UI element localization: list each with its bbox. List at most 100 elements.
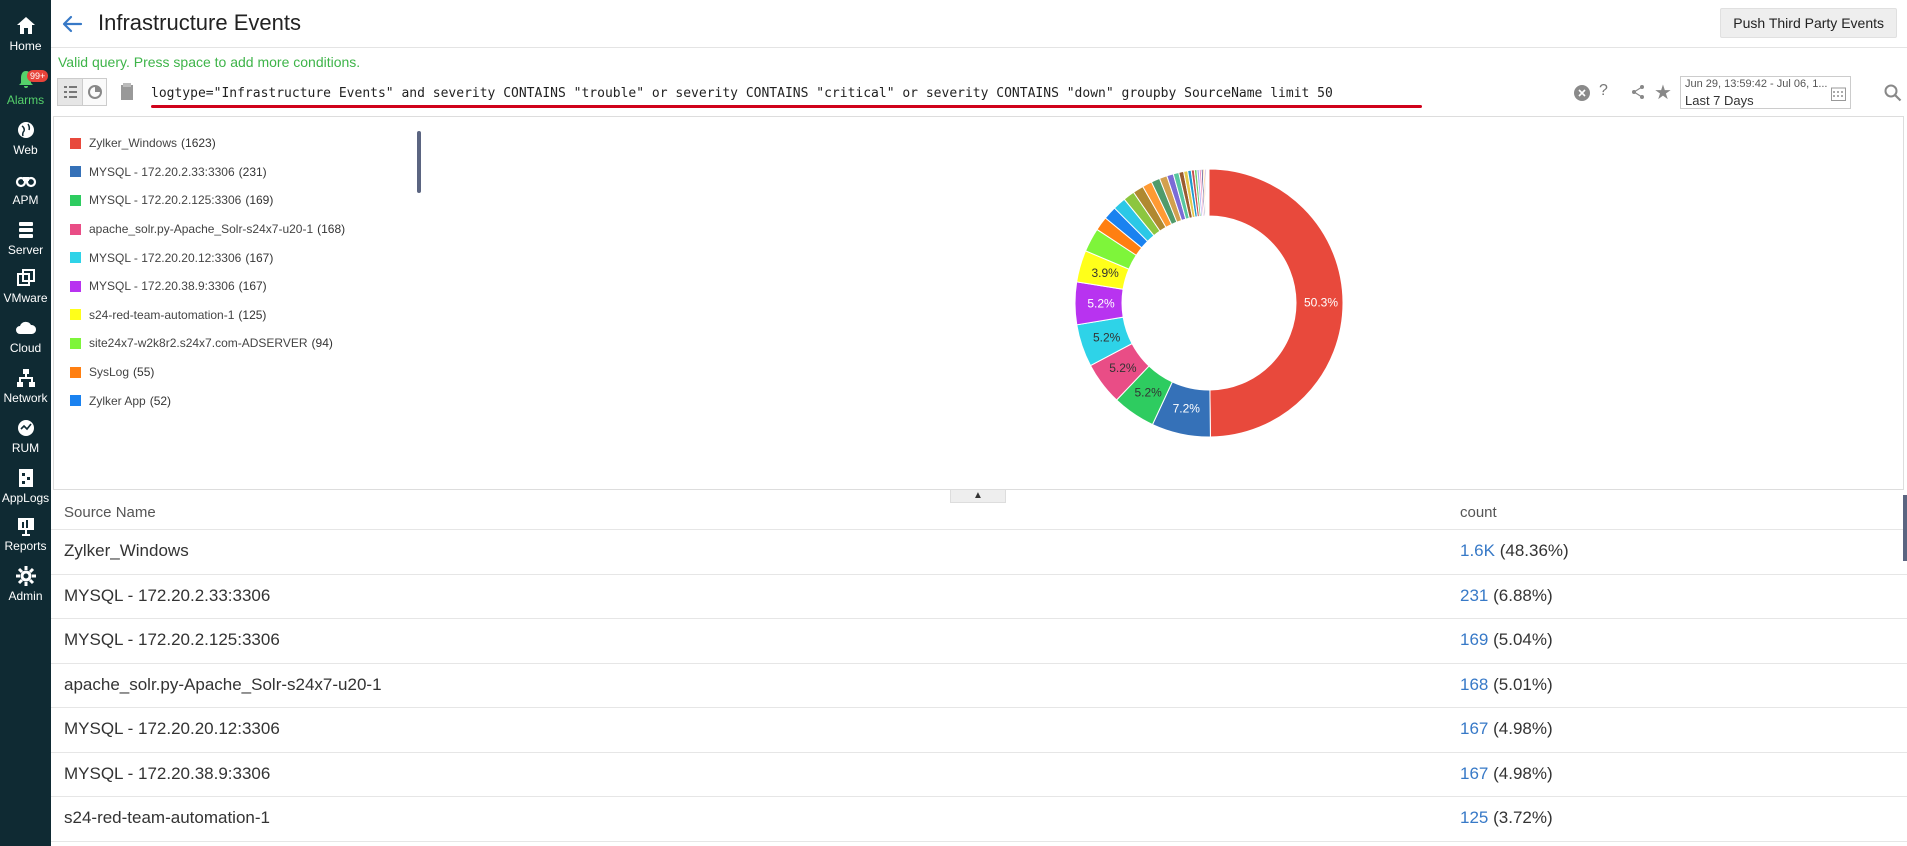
count-cell: 1.6K (48.36%) [1460, 541, 1569, 561]
favorite-star-icon[interactable]: ★ [1654, 80, 1672, 105]
legend-label: MYSQL - 172.20.38.9:3306 [89, 279, 235, 294]
calendar-icon[interactable] [1831, 86, 1846, 101]
legend-scrollbar[interactable] [417, 131, 421, 193]
table-row[interactable]: MYSQL - 172.20.38.9:3306 167 (4.98%) [51, 753, 1907, 797]
legend-count: (167) [238, 279, 267, 294]
legend-item[interactable]: MYSQL - 172.20.2.33:3306 (231) [70, 158, 430, 187]
sidebar-item-rum[interactable]: RUM [0, 408, 51, 464]
legend-swatch [70, 223, 81, 235]
legend-item[interactable]: apache_solr.py-Apache_Solr-s24x7-u20-1 (1… [70, 215, 430, 244]
legend-swatch [70, 337, 81, 349]
server-icon [18, 222, 33, 238]
push-third-party-events-button[interactable]: Push Third Party Events [1720, 8, 1897, 38]
page-title: Infrastructure Events [98, 10, 301, 35]
date-range-label: Last 7 Days [1685, 93, 1754, 108]
vm-icon [16, 269, 35, 286]
source-name-cell: MYSQL - 172.20.2.33:3306 [64, 585, 271, 605]
table-row[interactable]: Zylker_Windows 1.6K (48.36%) [51, 530, 1907, 575]
back-arrow-icon[interactable] [61, 14, 83, 34]
sidebar-item-admin[interactable]: Admin [0, 556, 51, 612]
search-icon[interactable] [1884, 84, 1902, 102]
sidebar-item-reports[interactable]: Reports [0, 506, 51, 562]
share-icon[interactable] [1630, 84, 1646, 100]
pie-slice[interactable] [1207, 168, 1210, 217]
legend-item[interactable]: site24x7-w2k8r2.s24x7.com-ADSERVER (94) [70, 329, 430, 358]
sidebar-item-label: Cloud [9, 341, 42, 355]
legend-item[interactable]: Zylker App (52) [70, 386, 430, 415]
sidebar-item-web[interactable]: Web [0, 110, 51, 166]
legend-item[interactable]: MYSQL - 172.20.20.12:3306 (167) [70, 243, 430, 272]
legend-item[interactable]: Zylker_Windows (1623) [70, 129, 430, 158]
count-cell: 168 (5.01%) [1460, 675, 1553, 695]
query-bar: ? ★ Jun 29, 13:59:42 - Jul 06, 1... Last… [51, 75, 1907, 111]
count-percent: (4.98%) [1493, 719, 1553, 738]
date-range-picker[interactable]: Jun 29, 13:59:42 - Jul 06, 1... Last 7 D… [1680, 76, 1851, 109]
sidebar-item-alarms[interactable]: Alarms [0, 60, 51, 116]
legend-swatch [70, 395, 81, 407]
legend-swatch [70, 137, 81, 149]
legend-item[interactable]: MYSQL - 172.20.2.125:3306 (169) [70, 186, 430, 215]
sidebar-item-apm[interactable]: APM [0, 160, 51, 216]
slice-label: 7.2% [1173, 402, 1201, 416]
legend-count: (168) [317, 222, 346, 237]
sidebar-item-label: Home [9, 39, 42, 53]
legend-count: (51) [136, 422, 157, 423]
count-link[interactable]: 169 [1460, 630, 1488, 649]
globe-icon [17, 122, 34, 138]
sidebar: Home Alarms 99+ Web APM Server VMware Cloud Netw… [0, 0, 51, 846]
legend-count: (1623) [181, 136, 216, 151]
source-name-cell: MYSQL - 172.20.2.125:3306 [64, 630, 280, 649]
help-icon[interactable]: ? [1599, 82, 1608, 100]
table-row[interactable]: MYSQL - 172.20.20.12:3306 167 (4.98%) [51, 708, 1907, 753]
source-name-cell: MYSQL - 172.20.38.9:3306 [64, 763, 271, 783]
table-row[interactable]: apache_solr.py-Apache_Solr-s24x7-u20-1 16… [51, 664, 1907, 708]
count-percent: (4.98%) [1493, 763, 1553, 783]
sidebar-item-label: APM [12, 193, 39, 207]
saved-queries-icon[interactable] [120, 83, 134, 101]
slice-label: 5.2% [1109, 361, 1137, 375]
table-scrollbar[interactable] [1903, 495, 1907, 561]
slice-label: 50.3% [1304, 295, 1338, 309]
count-link[interactable]: 125 [1460, 808, 1488, 827]
sidebar-item-vmware[interactable]: VMware [0, 258, 51, 314]
sidebar-item-network[interactable]: Network [0, 358, 51, 414]
legend-label: Training [89, 422, 132, 423]
clear-query-icon[interactable] [1573, 84, 1591, 102]
table-row[interactable]: s24-red-team-automation-1 125 (3.72%) [51, 797, 1907, 842]
legend-item[interactable]: s24-red-team-automation-1 (125) [70, 301, 430, 330]
count-link[interactable]: 167 [1460, 719, 1488, 738]
legend-item[interactable]: SysLog (55) [70, 358, 430, 387]
legend-item[interactable]: MYSQL - 172.20.38.9:3306 (167) [70, 272, 430, 301]
sidebar-item-home[interactable]: Home [0, 6, 51, 62]
query-underline [151, 105, 1422, 108]
gear-icon [15, 566, 36, 586]
date-range-text: Jun 29, 13:59:42 - Jul 06, 1... [1685, 78, 1827, 90]
legend-count: (169) [245, 193, 274, 208]
source-name-cell: Zylker_Windows [64, 541, 189, 560]
legend-count: (231) [238, 164, 267, 179]
chart-view-button[interactable] [83, 79, 107, 105]
list-view-button[interactable] [58, 79, 83, 105]
table-row[interactable]: MYSQL - 172.20.2.33:3306 231 (6.88%) [51, 575, 1907, 619]
legend-swatch [70, 194, 81, 206]
column-header-source-name[interactable]: Source Name [64, 504, 156, 521]
rum-icon [17, 420, 34, 436]
sidebar-item-label: RUM [11, 441, 40, 455]
sidebar-item-label: AppLogs [1, 491, 50, 505]
sidebar-item-label: Web [13, 143, 38, 157]
count-cell: 169 (5.04%) [1460, 630, 1553, 650]
legend-item[interactable]: Training (51) [70, 415, 430, 423]
query-input[interactable] [151, 81, 1471, 105]
legend-swatch [70, 166, 81, 178]
sidebar-item-label: VMware [3, 291, 48, 305]
list-view-icon [64, 86, 77, 98]
count-link[interactable]: 231 [1460, 586, 1488, 605]
table-row[interactable]: MYSQL - 172.20.2.125:3306 169 (5.04%) [51, 619, 1907, 664]
sidebar-item-cloud[interactable]: Cloud [0, 308, 51, 364]
count-link[interactable]: 167 [1460, 764, 1488, 783]
count-link[interactable]: 1.6K [1460, 541, 1495, 560]
column-header-count[interactable]: count [1460, 504, 1497, 521]
binoculars-icon [15, 176, 36, 188]
count-link[interactable]: 168 [1460, 675, 1488, 694]
legend-count: (52) [149, 393, 172, 408]
